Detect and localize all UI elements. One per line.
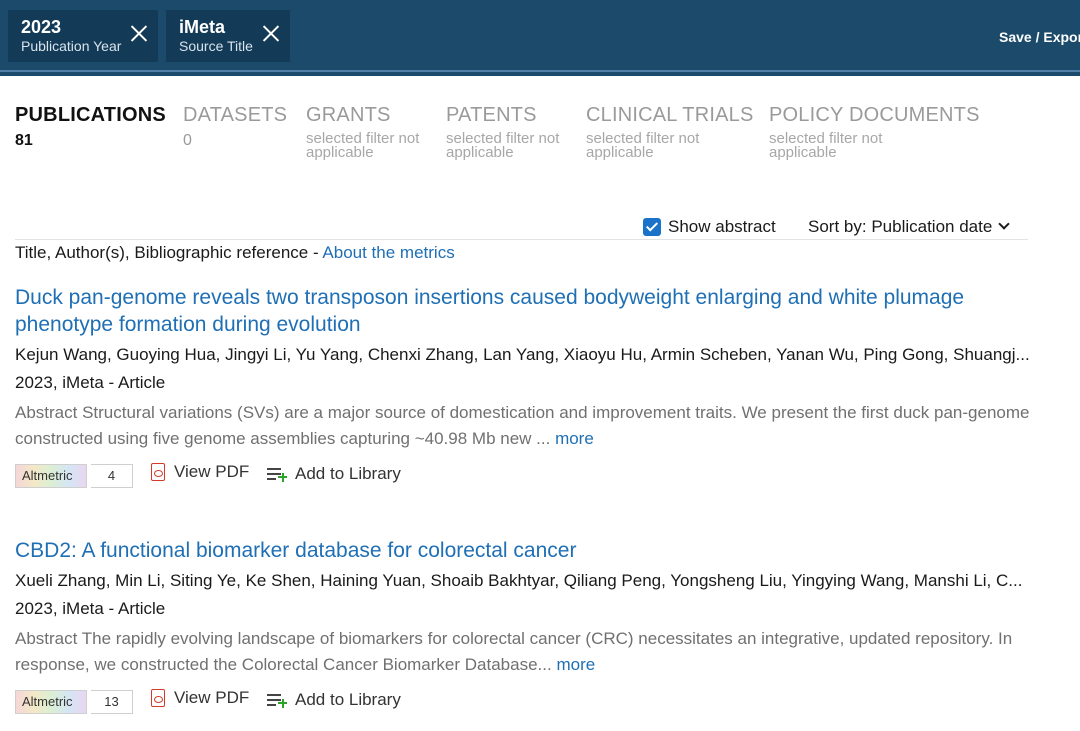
tab-count: 81 bbox=[15, 132, 33, 149]
result-title-link[interactable]: CBD2: A functional biomarker database fo… bbox=[15, 537, 1030, 564]
result-actions: Altmetric 4 View PDF Add to Library bbox=[15, 462, 1030, 490]
about-metrics-link[interactable]: About the metrics bbox=[322, 243, 454, 262]
save-export-button[interactable]: Save / Expor bbox=[999, 29, 1080, 45]
tab-clinical-trials[interactable]: CLINICAL TRIALS selected filter not appl… bbox=[586, 104, 754, 160]
tab-count: 0 bbox=[183, 132, 192, 149]
sort-value: Publication date bbox=[871, 217, 993, 236]
pdf-icon bbox=[151, 689, 165, 707]
view-pdf-button[interactable]: View PDF bbox=[151, 688, 249, 708]
add-to-library-label: Add to Library bbox=[295, 690, 401, 709]
more-link[interactable]: more bbox=[555, 429, 594, 448]
sort-dropdown[interactable]: Sort by: Publication date bbox=[808, 217, 1010, 237]
tab-label: PATENTS bbox=[446, 104, 537, 126]
sort-label: Sort by: bbox=[808, 217, 867, 236]
result-title-link[interactable]: Duck pan-genome reveals two transposon i… bbox=[15, 284, 1030, 338]
result-item: Duck pan-genome reveals two transposon i… bbox=[15, 284, 1030, 490]
tab-policy-documents[interactable]: POLICY DOCUMENTS selected filter not app… bbox=[769, 104, 980, 160]
more-link[interactable]: more bbox=[556, 655, 595, 674]
altmetric-score: 13 bbox=[91, 690, 133, 714]
tab-datasets[interactable]: DATASETS 0 bbox=[183, 104, 287, 150]
tab-label: POLICY DOCUMENTS bbox=[769, 104, 980, 126]
tab-label: DATASETS bbox=[183, 104, 288, 126]
add-to-library-button[interactable]: Add to Library bbox=[267, 464, 401, 484]
view-pdf-label: View PDF bbox=[174, 462, 250, 481]
altmetric-label: Altmetric bbox=[15, 464, 87, 488]
tab-label: CLINICAL TRIALS bbox=[586, 104, 754, 126]
add-to-library-button[interactable]: Add to Library bbox=[267, 690, 401, 710]
tab-label: GRANTS bbox=[306, 104, 391, 126]
list-header-text: Title, Author(s), Bibliographic referenc… bbox=[15, 243, 323, 262]
tab-grants[interactable]: GRANTS selected filter not applicable bbox=[306, 104, 426, 160]
result-item: CBD2: A functional biomarker database fo… bbox=[15, 537, 1030, 716]
results-toolbar: Show abstract Sort by: Publication date bbox=[0, 216, 1080, 240]
altmetric-label: Altmetric bbox=[15, 690, 87, 714]
list-header: Title, Author(s), Bibliographic referenc… bbox=[15, 243, 455, 263]
filter-bar: 2023 Publication Year iMeta Source Title… bbox=[0, 0, 1080, 70]
chevron-down-icon bbox=[998, 218, 1010, 230]
result-actions: Altmetric 13 View PDF Add to Library bbox=[15, 688, 1030, 716]
altmetric-badge[interactable]: Altmetric 4 bbox=[15, 464, 133, 488]
result-abstract: Abstract The rapidly evolving landscape … bbox=[15, 626, 1030, 678]
close-icon[interactable] bbox=[130, 24, 148, 42]
result-authors: Kejun Wang, Guoying Hua, Jingyi Li, Yu Y… bbox=[15, 345, 1030, 364]
show-abstract-checkbox[interactable] bbox=[643, 218, 661, 236]
add-to-list-icon bbox=[267, 467, 287, 482]
view-pdf-button[interactable]: View PDF bbox=[151, 462, 249, 482]
toolbar-divider bbox=[15, 239, 1028, 240]
result-abstract-text: Abstract The rapidly evolving landscape … bbox=[15, 629, 1013, 674]
tab-label: PUBLICATIONS bbox=[15, 104, 166, 126]
altmetric-badge[interactable]: Altmetric 13 bbox=[15, 690, 133, 714]
result-abstract-text: Abstract Structural variations (SVs) are… bbox=[15, 403, 1030, 448]
add-to-list-icon bbox=[267, 693, 287, 708]
result-meta: 2023, iMeta - Article bbox=[15, 599, 166, 618]
filter-chip-source[interactable]: iMeta Source Title bbox=[166, 10, 290, 62]
view-pdf-label: View PDF bbox=[174, 688, 250, 707]
result-meta: 2023, iMeta - Article bbox=[15, 373, 166, 392]
tab-note: selected filter not applicable bbox=[586, 130, 700, 161]
pdf-icon bbox=[151, 463, 165, 481]
show-abstract-label[interactable]: Show abstract bbox=[668, 217, 776, 237]
tab-publications[interactable]: PUBLICATIONS 81 bbox=[15, 104, 166, 150]
add-to-library-label: Add to Library bbox=[295, 464, 401, 483]
filter-chip-value: 2023 bbox=[21, 17, 62, 37]
result-authors: Xueli Zhang, Min Li, Siting Ye, Ke Shen,… bbox=[15, 571, 1023, 590]
tab-patents[interactable]: PATENTS selected filter not applicable bbox=[446, 104, 566, 160]
tab-note: selected filter not applicable bbox=[446, 130, 560, 161]
topbar-divider bbox=[0, 70, 1080, 76]
close-icon[interactable] bbox=[262, 24, 280, 42]
tab-note: selected filter not applicable bbox=[769, 130, 883, 161]
tab-note: selected filter not applicable bbox=[306, 130, 420, 161]
filter-chip-year[interactable]: 2023 Publication Year bbox=[8, 10, 158, 62]
filter-chip-label: Publication Year bbox=[21, 38, 122, 54]
altmetric-score: 4 bbox=[91, 464, 133, 488]
result-abstract: Abstract Structural variations (SVs) are… bbox=[15, 400, 1030, 452]
